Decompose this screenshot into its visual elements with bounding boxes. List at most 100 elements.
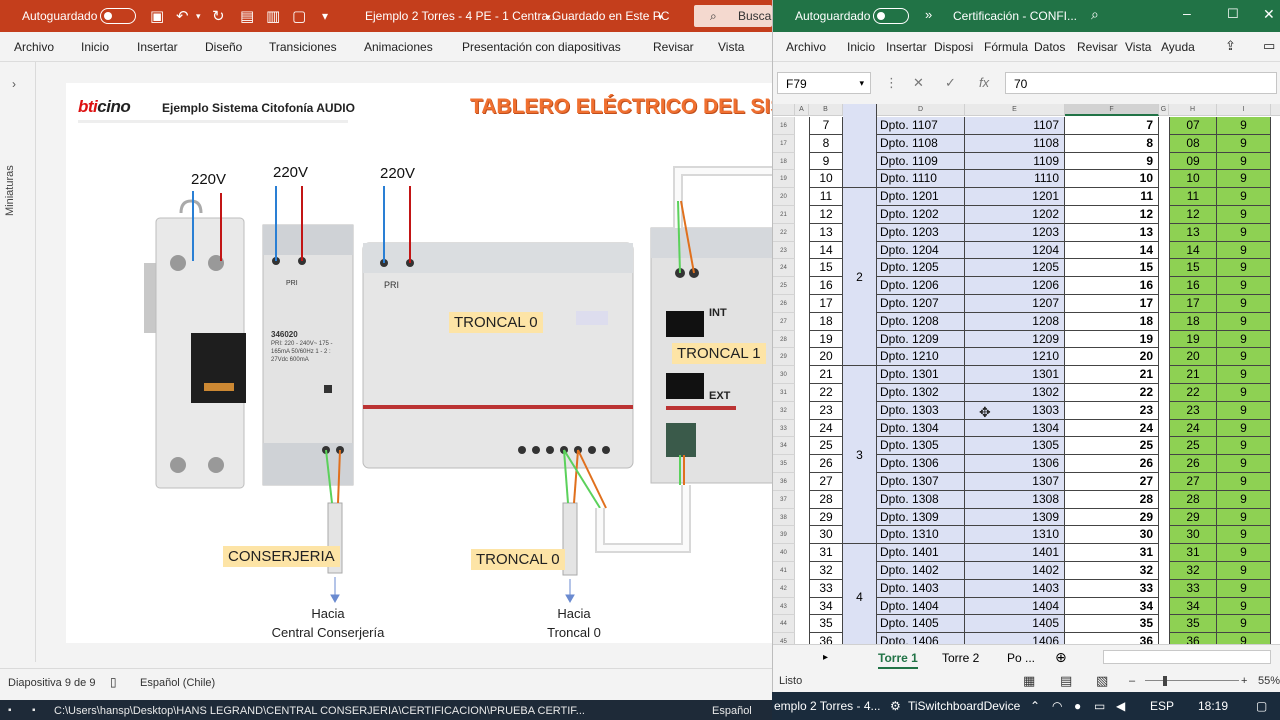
cell-b[interactable]: 27: [809, 473, 843, 491]
xl-tab-revisar[interactable]: Revisar: [1077, 40, 1118, 54]
cell-e[interactable]: 1304: [965, 419, 1065, 438]
cell-b[interactable]: 9: [809, 152, 843, 171]
cell-h[interactable]: 22: [1169, 384, 1217, 402]
cell-h[interactable]: 32: [1169, 562, 1217, 580]
row-header[interactable]: 33: [773, 419, 795, 438]
cell-b[interactable]: 19: [809, 330, 843, 349]
cell-h[interactable]: 19: [1169, 330, 1217, 349]
row-header[interactable]: 20: [773, 188, 795, 206]
cell-f[interactable]: 31: [1065, 544, 1159, 562]
cell-d[interactable]: Dpto. 1110: [877, 170, 965, 189]
cell-f[interactable]: 27: [1065, 473, 1159, 491]
cell-b[interactable]: 30: [809, 526, 843, 545]
cell-b[interactable]: 33: [809, 579, 843, 598]
row-header[interactable]: 41: [773, 562, 795, 580]
cell-h[interactable]: 12: [1169, 206, 1217, 224]
microphone-icon[interactable]: ●: [1074, 699, 1081, 713]
taskbar-clock[interactable]: 18:19: [1198, 699, 1228, 713]
cell-e[interactable]: 1301: [965, 366, 1065, 384]
cell-e[interactable]: 1204: [965, 241, 1065, 260]
cell-f[interactable]: 36: [1065, 633, 1159, 644]
row-header[interactable]: 45: [773, 633, 795, 644]
cell-f[interactable]: 22: [1065, 384, 1159, 402]
cell-d[interactable]: Dpto. 1304: [877, 419, 965, 438]
sheet-tab-more[interactable]: Po ...: [1007, 651, 1035, 665]
cell-f[interactable]: 21: [1065, 366, 1159, 384]
cell-h[interactable]: 34: [1169, 597, 1217, 616]
cell-b[interactable]: 17: [809, 295, 843, 313]
cell-h[interactable]: 16: [1169, 277, 1217, 295]
row-header[interactable]: 32: [773, 401, 795, 420]
row-header[interactable]: 16: [773, 117, 795, 135]
share-icon[interactable]: ⇪: [1225, 38, 1236, 54]
cell-f[interactable]: 8: [1065, 134, 1159, 153]
cell-e[interactable]: 1307: [965, 473, 1065, 491]
row-header[interactable]: 30: [773, 366, 795, 384]
cell-h[interactable]: 26: [1169, 455, 1217, 473]
cell-d[interactable]: Dpto. 1405: [877, 615, 965, 634]
row-header[interactable]: 23: [773, 241, 795, 260]
cell-f[interactable]: 20: [1065, 348, 1159, 367]
cell-d[interactable]: Dpto. 1306: [877, 455, 965, 473]
close-icon[interactable]: ✕: [1263, 6, 1275, 23]
cell-b[interactable]: 21: [809, 366, 843, 384]
next-sheet-icon[interactable]: ▸: [823, 652, 828, 663]
cell-b[interactable]: 14: [809, 241, 843, 260]
cell-d[interactable]: Dpto. 1107: [877, 117, 965, 135]
enter-icon[interactable]: ✓: [945, 75, 956, 91]
cell-d[interactable]: Dpto. 1203: [877, 223, 965, 242]
cell-i[interactable]: 9: [1217, 633, 1271, 644]
xl-tab-insertar[interactable]: Insertar: [886, 40, 927, 54]
tab-inicio[interactable]: Inicio: [81, 40, 109, 54]
insert-function-icon[interactable]: fx: [979, 75, 989, 90]
cell-e[interactable]: 1205: [965, 259, 1065, 278]
zoom-in-icon[interactable]: +: [1241, 675, 1247, 687]
row-header[interactable]: 34: [773, 437, 795, 456]
cell-h[interactable]: 35: [1169, 615, 1217, 634]
cell-i[interactable]: 9: [1217, 419, 1271, 438]
cell-f[interactable]: 14: [1065, 241, 1159, 260]
add-sheet-icon[interactable]: ⊕: [1055, 649, 1067, 666]
col-header-f[interactable]: F: [1065, 104, 1159, 116]
cell-e[interactable]: 1403: [965, 579, 1065, 598]
cell-d[interactable]: Dpto. 1404: [877, 597, 965, 616]
cell-i[interactable]: 9: [1217, 473, 1271, 491]
chevron-down-icon[interactable]: ▾: [546, 12, 551, 23]
xl-autosave-toggle[interactable]: [873, 8, 909, 24]
cell-b[interactable]: 10: [809, 170, 843, 189]
tower-group-cell[interactable]: 3: [843, 366, 877, 545]
cell-h[interactable]: 14: [1169, 241, 1217, 260]
cell-b[interactable]: 12: [809, 206, 843, 224]
cell-h[interactable]: 15: [1169, 259, 1217, 278]
cell-f[interactable]: 19: [1065, 330, 1159, 349]
cell-e[interactable]: 1306: [965, 455, 1065, 473]
cell-e[interactable]: 1108: [965, 134, 1065, 153]
col-header-d[interactable]: D: [877, 104, 965, 116]
cell-d[interactable]: Dpto. 1209: [877, 330, 965, 349]
present-icon[interactable]: ▤: [240, 7, 254, 25]
cell-e[interactable]: 1209: [965, 330, 1065, 349]
redo-icon[interactable]: ↻: [212, 7, 225, 25]
cell-d[interactable]: Dpto. 1210: [877, 348, 965, 367]
shapes-icon[interactable]: ▢: [292, 7, 306, 25]
customize-toolbar-icon[interactable]: ▾: [322, 9, 328, 23]
cell-i[interactable]: 9: [1217, 508, 1271, 527]
cell-e[interactable]: 1201: [965, 188, 1065, 206]
cell-b[interactable]: 24: [809, 419, 843, 438]
cell-d[interactable]: Dpto. 1208: [877, 312, 965, 331]
cell-i[interactable]: 9: [1217, 117, 1271, 135]
slide-canvas[interactable]: bticino Ejemplo Sistema Citofonía AUDIO …: [66, 83, 772, 643]
cell-h[interactable]: 31: [1169, 544, 1217, 562]
cell-i[interactable]: 9: [1217, 401, 1271, 420]
row-header[interactable]: 22: [773, 223, 795, 242]
language-status[interactable]: Español (Chile): [140, 677, 215, 689]
row-header[interactable]: 18: [773, 152, 795, 171]
cell-b[interactable]: 13: [809, 223, 843, 242]
cell-d[interactable]: Dpto. 1310: [877, 526, 965, 545]
row-header[interactable]: 19: [773, 170, 795, 189]
cell-h[interactable]: 23: [1169, 401, 1217, 420]
row-header[interactable]: 28: [773, 330, 795, 349]
cell-i[interactable]: 9: [1217, 615, 1271, 634]
cell-i[interactable]: 9: [1217, 277, 1271, 295]
tab-revisar[interactable]: Revisar: [653, 40, 694, 54]
